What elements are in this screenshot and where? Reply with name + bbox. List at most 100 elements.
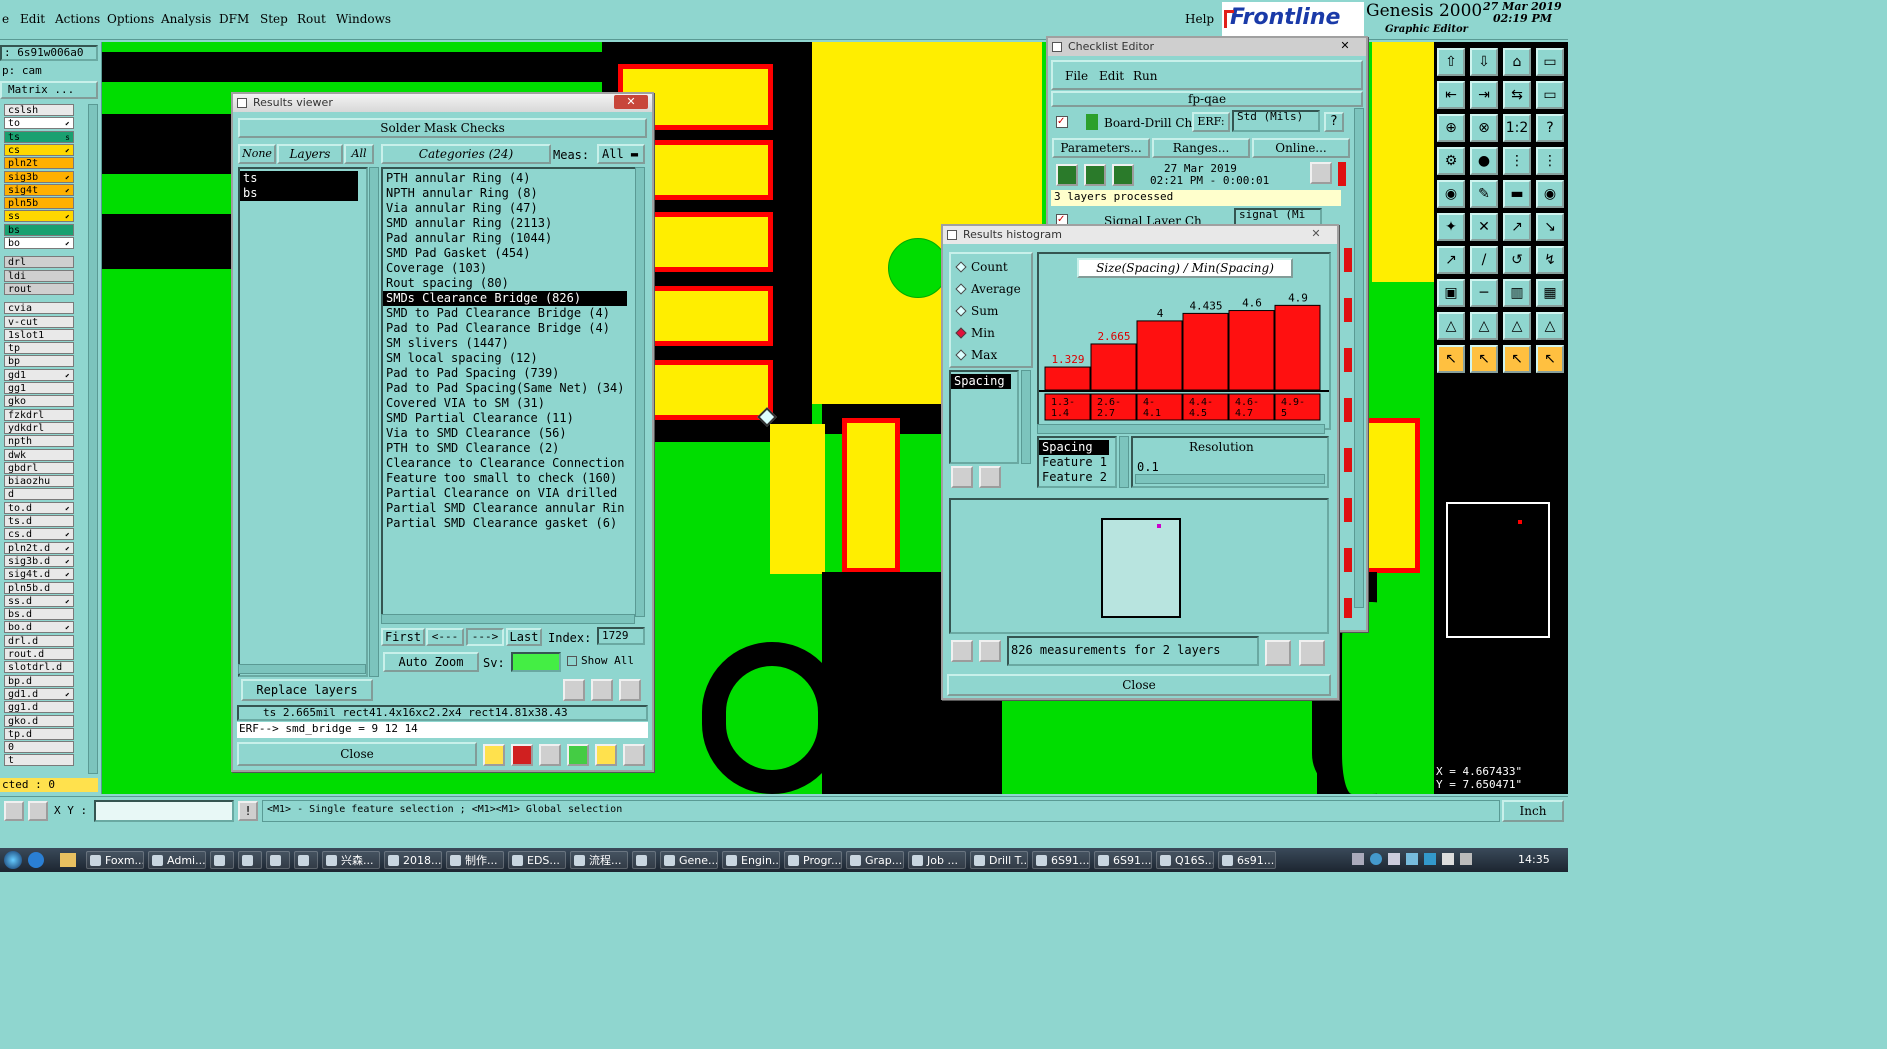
auto-zoom-dropdown[interactable]: Auto Zoom: [383, 652, 479, 672]
sv-color-dropdown[interactable]: [511, 652, 561, 672]
tool-button-icon[interactable]: ⇤: [1437, 81, 1465, 109]
menu-help-label[interactable]: Help: [1185, 12, 1214, 26]
taskbar-item[interactable]: 6S91...: [1094, 851, 1152, 869]
tool-button-icon[interactable]: /: [1470, 246, 1498, 274]
ie-icon[interactable]: [28, 852, 44, 868]
tool-button-icon[interactable]: ⇩: [1470, 48, 1498, 76]
category-item[interactable]: Partial SMD Clearance gasket (6): [383, 516, 627, 531]
taskbar-item[interactable]: [294, 851, 318, 869]
layer-row[interactable]: cslsh: [4, 104, 74, 116]
layer-row[interactable]: tp: [4, 342, 74, 355]
snap-icon[interactable]: [28, 801, 48, 821]
menu-file[interactable]: File: [1065, 69, 1088, 83]
tool-button-icon[interactable]: ↖: [1470, 345, 1498, 373]
matrix-button[interactable]: Matrix ...: [0, 81, 98, 99]
layer-row[interactable]: cs ⬋: [4, 143, 74, 156]
option-average[interactable]: Average: [955, 280, 1021, 298]
layer-row[interactable]: gd1 ⬋: [4, 368, 74, 381]
taskbar-item[interactable]: [632, 851, 656, 869]
layer-row[interactable]: cvia: [4, 302, 74, 315]
meas-dropdown[interactable]: All ▬: [597, 144, 645, 164]
list-item[interactable]: bs: [240, 186, 358, 201]
layer-row[interactable]: pln5b: [4, 197, 74, 210]
notes-icon[interactable]: [595, 744, 617, 766]
taskbar-item[interactable]: Drill T...: [970, 851, 1028, 869]
categories-list[interactable]: PTH annular Ring (4) NPTH annular Ring (8…: [381, 167, 643, 617]
report-icon[interactable]: [511, 744, 533, 766]
category-item[interactable]: SMD annular Ring (2113): [383, 216, 627, 231]
layer-row[interactable]: bp.d: [4, 674, 74, 687]
layer-row[interactable]: gko: [4, 395, 74, 408]
delete-results-icon[interactable]: [539, 744, 561, 766]
del-icon[interactable]: [951, 640, 973, 662]
chart-hscroll[interactable]: [1037, 424, 1325, 434]
export-icon[interactable]: [567, 744, 589, 766]
category-item[interactable]: Feature too small to check (160): [383, 471, 627, 486]
menu-run[interactable]: Run: [1133, 69, 1158, 83]
close-window-button[interactable]: ✕: [1328, 39, 1362, 53]
del-icon[interactable]: [563, 679, 585, 701]
tool-button-icon[interactable]: △: [1437, 312, 1465, 340]
help-icon[interactable]: ?: [1324, 112, 1344, 132]
tool-button-icon[interactable]: 1:2: [1503, 114, 1531, 142]
overview-map[interactable]: [1446, 502, 1550, 638]
tool-button-icon[interactable]: ⋮: [1503, 147, 1531, 175]
category-item[interactable]: SMDs Clearance Bridge (826): [383, 291, 627, 306]
units-dropdown[interactable]: Inch: [1502, 800, 1564, 822]
tool-button-icon[interactable]: △: [1470, 312, 1498, 340]
feature-list-scrollbar[interactable]: [1119, 436, 1129, 488]
feature-list[interactable]: Spacing Feature 1 Feature 2: [1037, 436, 1117, 488]
sort-icon[interactable]: [483, 744, 505, 766]
layer-row[interactable]: 1slot1: [4, 328, 74, 341]
layer-row[interactable]: cs.d ⬋: [4, 528, 74, 541]
tool-button-icon[interactable]: ↗: [1437, 246, 1465, 274]
tool-button-icon[interactable]: ─: [1470, 279, 1498, 307]
layer-row[interactable]: v-cut: [4, 315, 74, 328]
list-item[interactable]: Feature 1: [1039, 455, 1115, 470]
layer-results-list[interactable]: ts bs: [238, 167, 368, 677]
taskbar-item[interactable]: 制作...: [446, 851, 504, 869]
layer-row[interactable]: ts.d: [4, 515, 74, 527]
close-button[interactable]: Close: [947, 674, 1331, 696]
layer-row[interactable]: bp: [4, 355, 74, 368]
tool-button-icon[interactable]: ⇥: [1470, 81, 1498, 109]
taskbar-item[interactable]: 兴森...: [322, 851, 380, 869]
layer-row[interactable]: sig4t.d ⬋: [4, 568, 74, 581]
layer-row[interactable]: dwk: [4, 448, 74, 461]
taskbar-item[interactable]: Job ...: [908, 851, 966, 869]
tool-button-icon[interactable]: ▣: [1437, 279, 1465, 307]
action-checkbox[interactable]: ✓: [1056, 116, 1068, 128]
layers-all-button[interactable]: All: [344, 144, 374, 164]
tool-button-icon[interactable]: ⊗: [1470, 114, 1498, 142]
tool-button-icon[interactable]: ▥: [1503, 279, 1531, 307]
taskbar-item[interactable]: [266, 851, 290, 869]
ref-icon[interactable]: [979, 640, 1001, 662]
layer-list-scrollbar[interactable]: [88, 104, 98, 774]
menu-edit[interactable]: Edit: [20, 12, 45, 26]
layer-row[interactable]: pln2t.d ⬋: [4, 541, 74, 554]
chart-export-icon[interactable]: [1299, 640, 1325, 666]
histogram-icon[interactable]: [623, 744, 645, 766]
undo-icon[interactable]: [619, 679, 641, 701]
measure-list-scrollbar[interactable]: [1021, 370, 1031, 464]
layer-row[interactable]: bs: [4, 223, 74, 236]
layers-none-button[interactable]: None: [238, 144, 276, 164]
layer-row[interactable]: sig3b ⬋: [4, 170, 74, 183]
help-tray-icon[interactable]: [1370, 853, 1382, 865]
list-item[interactable]: Spacing: [951, 374, 1011, 389]
tool-button-icon[interactable]: ✎: [1470, 180, 1498, 208]
category-item[interactable]: Partial SMD Clearance annular Rin: [383, 501, 627, 516]
layer-list-hscroll[interactable]: [238, 664, 366, 674]
category-item[interactable]: Pad to Pad Spacing (739): [383, 366, 627, 381]
category-item[interactable]: SMD Pad Gasket (454): [383, 246, 627, 261]
layer-row[interactable]: to ⬋: [4, 117, 74, 130]
network-icon[interactable]: [1424, 853, 1436, 865]
category-item[interactable]: PTH annular Ring (4): [383, 171, 627, 186]
taskbar-item[interactable]: Q16S...: [1156, 851, 1214, 869]
tool-button-icon[interactable]: ⌂: [1503, 48, 1531, 76]
category-item[interactable]: Via to SMD Clearance (56): [383, 426, 627, 441]
select-mode-icon[interactable]: [4, 801, 24, 821]
layer-row[interactable]: gbdrl: [4, 461, 74, 474]
menu-analysis[interactable]: Analysis: [161, 12, 211, 26]
category-item[interactable]: Partial Clearance on VIA drilled: [383, 486, 627, 501]
